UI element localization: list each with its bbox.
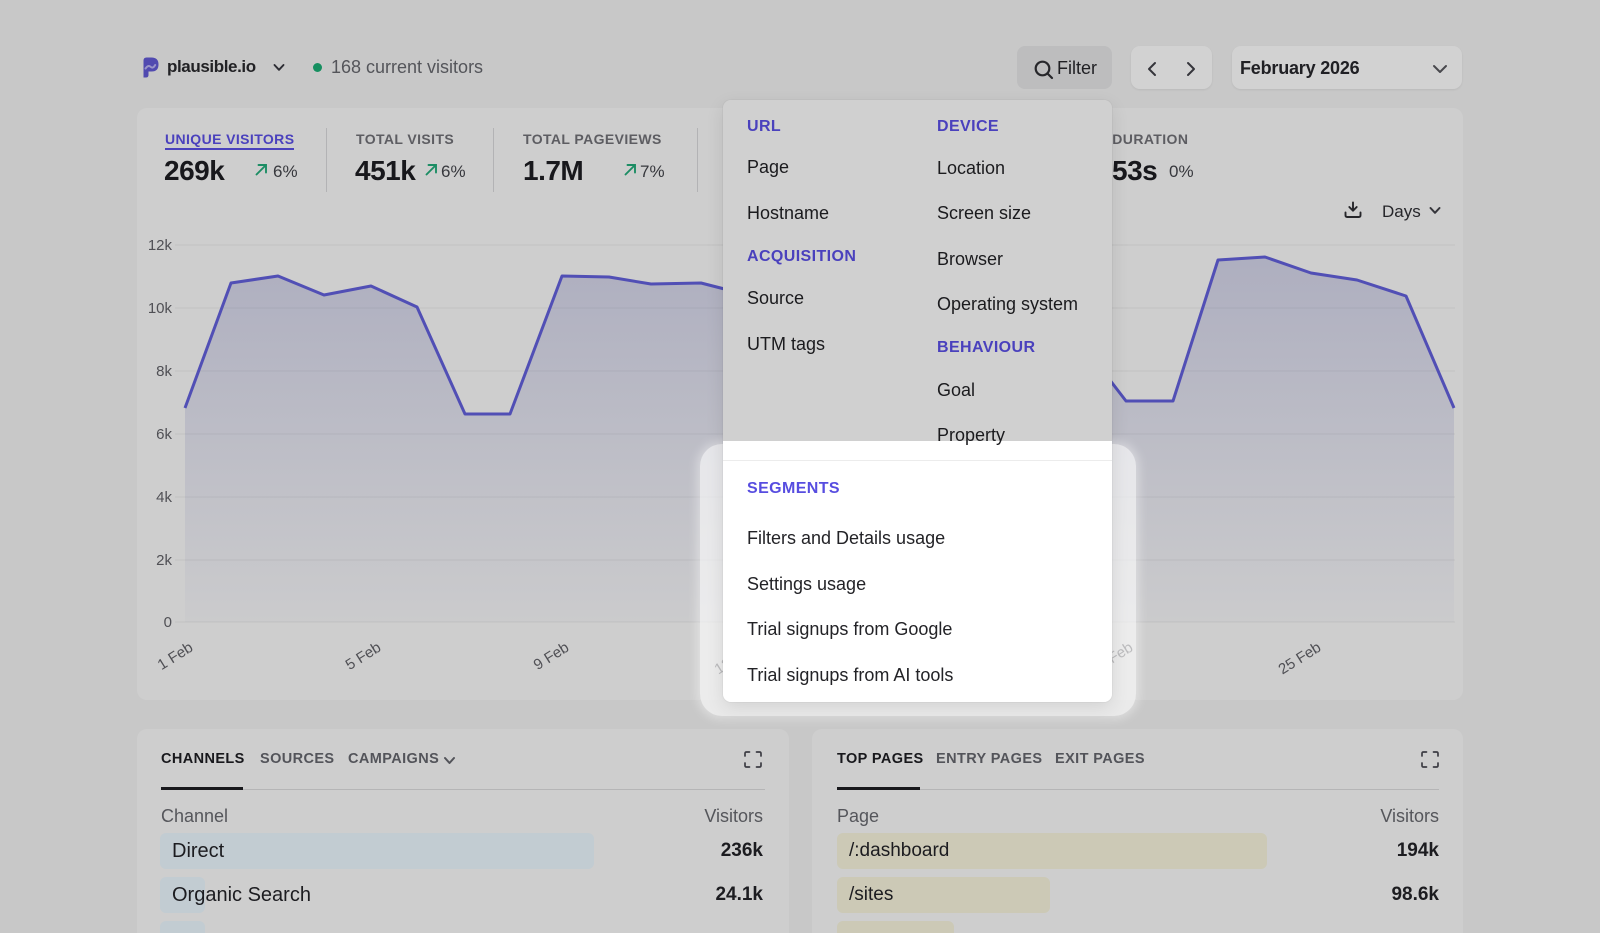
svg-text:0: 0: [164, 614, 172, 631]
svg-text:9 Feb: 9 Feb: [531, 639, 573, 674]
svg-text:12k: 12k: [148, 237, 173, 254]
svg-text:8k: 8k: [156, 363, 172, 380]
svg-text:2k: 2k: [156, 552, 172, 569]
svg-text:25 Feb: 25 Feb: [1276, 639, 1325, 678]
svg-text:4k: 4k: [156, 489, 172, 506]
svg-text:10k: 10k: [148, 300, 173, 317]
svg-text:5 Feb: 5 Feb: [343, 639, 385, 674]
svg-text:6k: 6k: [156, 426, 172, 443]
svg-text:1 Feb: 1 Feb: [155, 639, 197, 674]
